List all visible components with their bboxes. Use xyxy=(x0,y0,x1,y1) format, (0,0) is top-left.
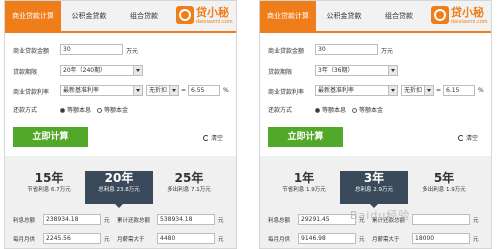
rate-input[interactable]: 6.55 xyxy=(188,85,220,96)
equals-sign: = xyxy=(436,87,442,94)
term-label: 贷款期限 xyxy=(268,69,293,76)
min-income-unit: 元 xyxy=(218,237,224,243)
rate-unit: % xyxy=(223,87,229,94)
monthly-payment-unit: 元 xyxy=(359,237,365,243)
monthly-payment-value: 9146.98 xyxy=(298,233,356,244)
rate-label: 商业贷款利率 xyxy=(268,89,305,96)
term-card-longer[interactable]: 5年 多出利息 1.9万元 xyxy=(410,171,478,204)
interest-total-unit: 元 xyxy=(104,218,110,224)
repayment-total-label: 累计还款总额 xyxy=(117,218,151,224)
term-value: 20年（240期） xyxy=(63,67,107,74)
term-label: 贷款期限 xyxy=(13,69,38,76)
rate-type-value: 最新基准利率 xyxy=(63,87,100,94)
radio-icon xyxy=(352,108,357,113)
tab-combined-loan[interactable]: 组合贷款 xyxy=(372,1,426,31)
min-income-value: 18000 xyxy=(412,233,470,244)
chevron-down-icon xyxy=(169,86,178,95)
monthly-payment-value: 2245.56 xyxy=(43,233,101,244)
repayment-total-value xyxy=(412,214,470,225)
method-radio-equal-installment[interactable]: 等额本息 xyxy=(315,105,346,114)
brand-logo: 贷小秘 daixiaomi.com xyxy=(431,4,488,28)
rate-type-select[interactable]: 最新基准利率 xyxy=(315,85,398,96)
term-select[interactable]: 3年（36期） xyxy=(315,65,398,76)
amount-label: 商业贷款金额 xyxy=(268,48,305,55)
monthly-payment-label: 每月月供 xyxy=(268,237,291,243)
term-card-current[interactable]: 20年 总利息 23.8万元 xyxy=(85,171,153,208)
method-radio-equal-principal[interactable]: 等额本金 xyxy=(97,105,128,114)
loan-calculator-panel-left: 商业贷款计算 公积金贷款 组合贷款 贷小秘 daixiaomi.com 商业贷款… xyxy=(4,0,237,249)
clear-button[interactable]: 清空 xyxy=(203,133,223,142)
rate-input[interactable]: 6.15 xyxy=(443,85,475,96)
term-select[interactable]: 20年（240期） xyxy=(60,65,143,76)
interest-total-value: 29291.45 xyxy=(298,214,356,225)
watermark: Baidu经验 xyxy=(350,209,411,222)
chevron-down-icon xyxy=(388,86,397,95)
term-card-current[interactable]: 3年 总利息 2.9万元 xyxy=(340,171,408,208)
discount-value: 无折扣 xyxy=(404,87,423,94)
radio-selected-icon xyxy=(315,108,320,113)
min-income-label: 月薪需大于 xyxy=(117,237,145,243)
tab-commercial-loan[interactable]: 商业贷款计算 xyxy=(5,1,61,31)
monthly-payment-label: 每月月供 xyxy=(13,237,36,243)
method-label: 还款方式 xyxy=(13,107,38,114)
rate-type-select[interactable]: 最新基准利率 xyxy=(60,85,143,96)
chevron-down-icon xyxy=(133,66,142,75)
logo-icon xyxy=(176,6,194,24)
calculate-button[interactable]: 立即计算 xyxy=(268,127,343,147)
interest-total-label: 利息总额 xyxy=(13,218,36,224)
rate-type-value: 最新基准利率 xyxy=(318,87,355,94)
interest-total-value: 238934.18 xyxy=(43,214,101,225)
tab-provident-fund-loan[interactable]: 公积金贷款 xyxy=(61,1,117,31)
repayment-total-unit: 元 xyxy=(218,218,224,224)
min-income-value: 4480 xyxy=(157,233,215,244)
term-card-shorter[interactable]: 1年 节省利息 1.9万元 xyxy=(270,171,338,204)
chevron-down-icon xyxy=(388,66,397,75)
logo-name: 贷小秘 xyxy=(451,6,484,19)
discount-select[interactable]: 无折扣 xyxy=(401,85,434,96)
discount-select[interactable]: 无折扣 xyxy=(146,85,179,96)
tab-bar: 商业贷款计算 公积金贷款 组合贷款 贷小秘 daixiaomi.com xyxy=(260,1,491,33)
radio-icon xyxy=(97,108,102,113)
equals-sign: = xyxy=(181,87,187,94)
method-radio-equal-installment[interactable]: 等额本息 xyxy=(60,105,91,114)
amount-label: 商业贷款金额 xyxy=(13,48,50,55)
term-card-shorter[interactable]: 15年 节省利息 6.7万元 xyxy=(15,171,83,204)
brand-logo: 贷小秘 daixiaomi.com xyxy=(176,4,233,28)
clear-button[interactable]: 清空 xyxy=(458,133,478,142)
amount-unit: 万元 xyxy=(381,48,394,55)
tab-commercial-loan[interactable]: 商业贷款计算 xyxy=(260,1,316,31)
rate-label: 商业贷款利率 xyxy=(13,89,50,96)
logo-domain: daixiaomi.com xyxy=(196,19,233,25)
tab-bar: 商业贷款计算 公积金贷款 组合贷款 贷小秘 daixiaomi.com xyxy=(5,1,236,33)
tab-combined-loan[interactable]: 组合贷款 xyxy=(117,1,171,31)
method-radio-equal-principal[interactable]: 等额本金 xyxy=(352,105,383,114)
refresh-icon xyxy=(203,135,209,141)
min-income-unit: 元 xyxy=(473,237,479,243)
refresh-icon xyxy=(458,135,464,141)
amount-input[interactable]: 30 xyxy=(60,44,123,55)
term-value: 3年（36期） xyxy=(318,67,354,74)
logo-name: 贷小秘 xyxy=(196,6,229,19)
repayment-total-value: 538934.18 xyxy=(157,214,215,225)
logo-domain: daixiaomi.com xyxy=(451,19,488,25)
amount-input[interactable]: 30 xyxy=(315,44,378,55)
chevron-down-icon xyxy=(424,86,433,95)
calculate-button[interactable]: 立即计算 xyxy=(13,127,88,147)
repayment-total-unit: 元 xyxy=(473,218,479,224)
rate-unit: % xyxy=(478,87,484,94)
chevron-down-icon xyxy=(133,86,142,95)
logo-icon xyxy=(431,6,449,24)
term-card-longer[interactable]: 25年 多出利息 7.1万元 xyxy=(155,171,223,204)
method-label: 还款方式 xyxy=(268,107,293,114)
discount-value: 无折扣 xyxy=(149,87,168,94)
interest-total-label: 利息总额 xyxy=(268,218,291,224)
monthly-payment-unit: 元 xyxy=(104,237,110,243)
tab-provident-fund-loan[interactable]: 公积金贷款 xyxy=(316,1,372,31)
amount-unit: 万元 xyxy=(126,48,139,55)
radio-selected-icon xyxy=(60,108,65,113)
min-income-label: 月薪需大于 xyxy=(372,237,400,243)
